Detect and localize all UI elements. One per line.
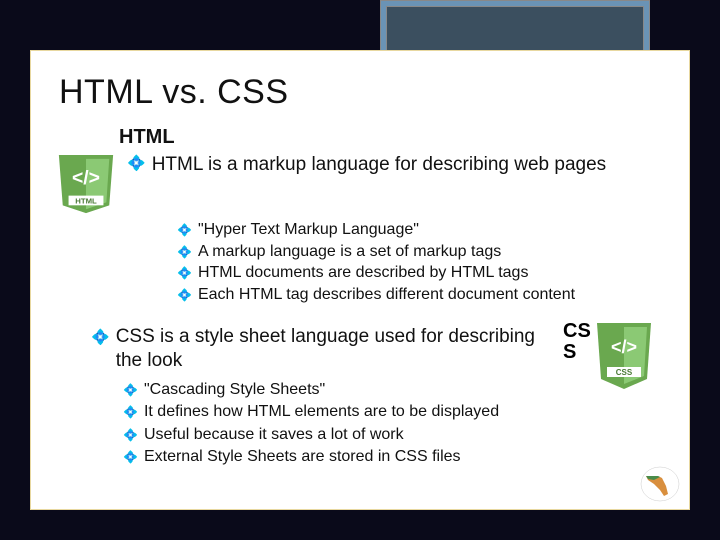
html-point: Each HTML tag describes different docume…: [198, 284, 575, 306]
bullet-icon: 💠: [177, 222, 192, 238]
bullet-icon: 💠: [123, 449, 138, 466]
html-logo-icon: </> HTML: [55, 153, 117, 215]
svg-text:</>: </>: [611, 337, 637, 357]
css-side-label: CS S: [563, 321, 593, 363]
bullet-icon: 💠: [123, 404, 138, 421]
florida-map-icon: [640, 466, 680, 502]
css-point: External Style Sheets are stored in CSS …: [144, 446, 461, 468]
bullet-icon: 💠: [127, 155, 146, 174]
html-intro: HTML is a markup language for describing…: [152, 153, 606, 177]
css-logo-icon: </> CSS: [595, 321, 653, 391]
html-point: "Hyper Text Markup Language": [198, 219, 419, 241]
bullet-icon: 💠: [91, 329, 110, 348]
bullet-icon: 💠: [123, 382, 138, 399]
css-point: "Cascading Style Sheets": [144, 379, 325, 401]
svg-text:HTML: HTML: [75, 196, 97, 205]
html-heading: HTML: [119, 126, 661, 149]
bullet-icon: 💠: [177, 287, 192, 303]
svg-text:</>: </>: [72, 167, 100, 189]
css-point: It defines how HTML elements are to be d…: [144, 401, 499, 423]
css-point: Useful because it saves a lot of work: [144, 424, 404, 446]
css-badge-box: CS S </> CSS: [563, 321, 653, 391]
svg-text:CSS: CSS: [616, 368, 633, 377]
bullet-icon: 💠: [123, 427, 138, 444]
bullet-icon: 💠: [177, 265, 192, 281]
html-point: A markup language is a set of markup tag…: [198, 241, 501, 263]
slide-panel: HTML vs. CSS HTML </> HTML 💠 HTML is a m…: [30, 50, 690, 510]
html-point: HTML documents are described by HTML tag…: [198, 262, 529, 284]
slide-title: HTML vs. CSS: [59, 73, 661, 112]
bullet-icon: 💠: [177, 244, 192, 260]
css-intro: CSS is a style sheet language used for d…: [116, 325, 541, 373]
